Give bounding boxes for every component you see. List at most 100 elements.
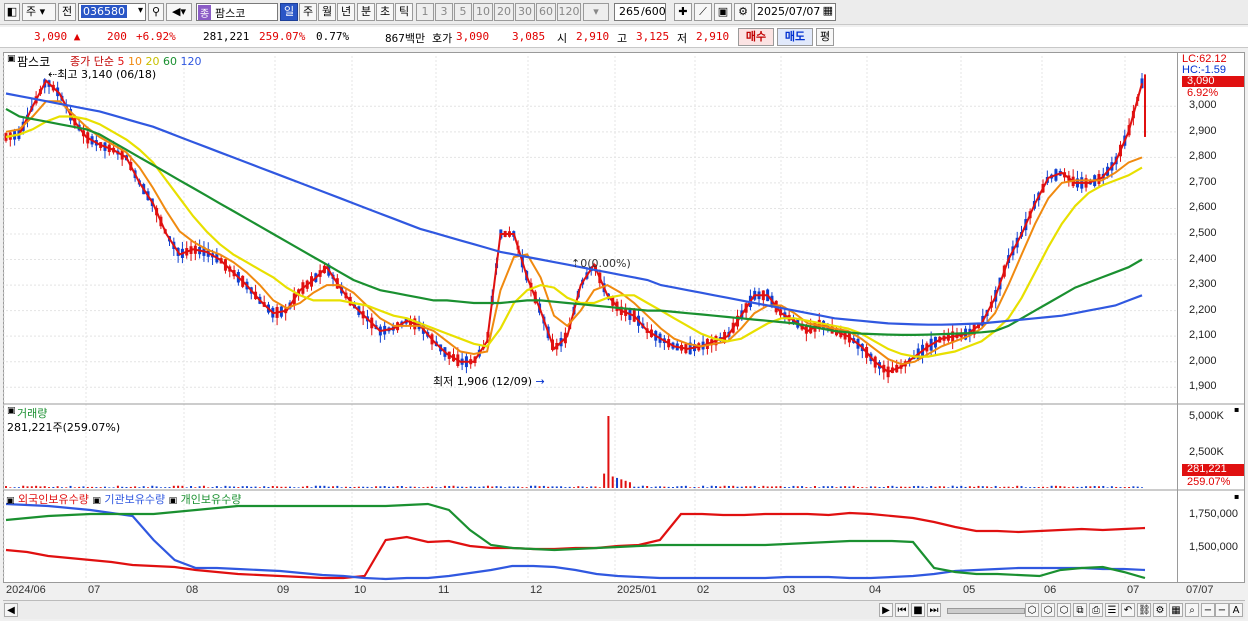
volume-bar bbox=[762, 485, 765, 488]
volume-bar bbox=[1037, 487, 1040, 488]
high-note-text: 최고 3,140 (06/18) bbox=[57, 68, 157, 81]
volume-bar bbox=[413, 486, 416, 488]
volume-bar bbox=[190, 486, 193, 488]
chart-scrollbar[interactable]: ◀ ▶ ⏮ ■ ⏭ ⬡ ⬡ ⬡ ⧉ ⎙ ☰ ↶ ⛓ ⚙ ▦ ⌕ − − A bbox=[3, 600, 1245, 619]
stop-icon[interactable]: ■ bbox=[911, 603, 925, 617]
print-icon[interactable]: ⎙ bbox=[1089, 603, 1103, 617]
compare-icon[interactable]: ⬡ bbox=[1041, 603, 1055, 617]
volume-bar bbox=[930, 485, 933, 488]
holdings-close-icon[interactable]: ▪ bbox=[1234, 492, 1239, 501]
undo-icon[interactable]: ↶ bbox=[1121, 603, 1135, 617]
volume-bar bbox=[908, 486, 911, 488]
volume-bar bbox=[112, 487, 115, 488]
volume-bar bbox=[736, 486, 739, 488]
volume-bar bbox=[1024, 487, 1027, 488]
zoom-in-icon[interactable]: ⌕ bbox=[1185, 603, 1199, 617]
volume-bar bbox=[254, 486, 257, 488]
volume-bar bbox=[534, 485, 537, 488]
volume-bar bbox=[327, 486, 330, 488]
font-size-icon[interactable]: A bbox=[1229, 603, 1243, 617]
volume-bar bbox=[172, 485, 175, 488]
volume-tick-2500k: 2,500K bbox=[1189, 446, 1224, 458]
volume-bar bbox=[431, 486, 433, 488]
volume-bar bbox=[628, 482, 631, 488]
volume-bar bbox=[1097, 486, 1100, 488]
date-tick: 12 bbox=[530, 584, 543, 596]
zoom-slider[interactable] bbox=[947, 608, 1025, 614]
volume-bar bbox=[263, 486, 266, 488]
volume-bar bbox=[426, 486, 429, 488]
volume-bar bbox=[78, 486, 81, 488]
volume-bar bbox=[525, 487, 528, 488]
volume-menu-icon[interactable]: ▣ bbox=[7, 406, 16, 416]
volume-bar bbox=[1106, 487, 1109, 488]
volume-bar bbox=[17, 487, 20, 488]
volume-close-icon[interactable]: ▪ bbox=[1234, 405, 1239, 414]
scroll-left-icon[interactable]: ◀ bbox=[4, 603, 18, 617]
volume-bar bbox=[792, 485, 795, 488]
volume-bar bbox=[224, 485, 227, 488]
current-price-tag: 3,090 bbox=[1187, 75, 1215, 87]
volume-bar bbox=[456, 486, 459, 488]
volume-bar bbox=[215, 486, 218, 488]
holdings-menu-icon[interactable]: ▣ bbox=[6, 496, 15, 506]
volume-bar bbox=[977, 485, 980, 488]
link-icon[interactable]: ⛓ bbox=[1137, 603, 1151, 617]
volume-bar bbox=[280, 486, 283, 488]
layout-icon[interactable]: ▦ bbox=[1169, 603, 1183, 617]
scroll-last-icon[interactable]: ⏭ bbox=[927, 603, 941, 617]
volume-bar bbox=[887, 485, 890, 488]
volume-bar bbox=[667, 486, 670, 488]
date-tick: 2024/06 bbox=[6, 584, 46, 596]
low-arrow-icon: → bbox=[535, 375, 545, 388]
current-volume-pct: 259.07% bbox=[1187, 476, 1231, 488]
volume-bar bbox=[852, 485, 855, 488]
settings-icon[interactable]: ⚙ bbox=[1153, 603, 1167, 617]
volume-bar bbox=[387, 486, 390, 488]
volume-bar bbox=[39, 486, 42, 488]
price-tick: 2,700 bbox=[1189, 175, 1217, 188]
volume-bar bbox=[314, 485, 317, 488]
scroll-right-icon[interactable]: ▶ bbox=[879, 603, 893, 617]
volume-bar bbox=[69, 485, 72, 488]
volume-bar bbox=[732, 485, 735, 488]
volume-bar bbox=[775, 486, 778, 488]
volume-bar bbox=[185, 487, 188, 488]
overlay-icon[interactable]: ⬡ bbox=[1057, 603, 1071, 617]
volume-bar bbox=[753, 485, 756, 488]
volume-bar bbox=[770, 486, 773, 488]
volume-bar bbox=[5, 486, 7, 488]
zoom-out-icon[interactable]: − bbox=[1201, 603, 1215, 617]
volume-bar bbox=[719, 486, 722, 488]
volume-bar bbox=[103, 486, 106, 488]
volume-bar bbox=[1046, 487, 1049, 488]
list-icon[interactable]: ☰ bbox=[1105, 603, 1119, 617]
volume-bar bbox=[258, 487, 261, 488]
scroll-first-icon[interactable]: ⏮ bbox=[895, 603, 909, 617]
volume-bar bbox=[912, 486, 915, 488]
volume-bar bbox=[1011, 487, 1014, 488]
volume-bar bbox=[486, 485, 489, 488]
volume-bar bbox=[551, 486, 554, 488]
volume-bar bbox=[779, 486, 782, 488]
indicator-icon[interactable]: ⬡ bbox=[1025, 603, 1039, 617]
volume-bar bbox=[168, 487, 171, 488]
copy-icon[interactable]: ⧉ bbox=[1073, 603, 1087, 617]
volume-bar bbox=[35, 485, 38, 488]
volume-bar bbox=[1093, 485, 1096, 488]
volume-bar bbox=[383, 486, 386, 488]
volume-bar bbox=[723, 485, 726, 488]
volume-bar bbox=[1115, 486, 1118, 488]
low-marker-note: 최저 1,906 (12/09) → bbox=[433, 373, 545, 389]
volume-bar bbox=[319, 485, 322, 488]
price-tick: 2,900 bbox=[1189, 124, 1217, 137]
volume-bar bbox=[934, 486, 937, 488]
volume-bar bbox=[301, 486, 304, 488]
minus-icon[interactable]: − bbox=[1215, 603, 1229, 617]
volume-bar bbox=[869, 486, 872, 488]
volume-bar bbox=[1110, 486, 1113, 488]
holdings-tick-1750000: 1,750,000 bbox=[1189, 508, 1238, 520]
volume-bar bbox=[443, 485, 446, 488]
volume-bar bbox=[740, 486, 743, 488]
panel-menu-icon[interactable]: ▣ bbox=[7, 54, 16, 64]
